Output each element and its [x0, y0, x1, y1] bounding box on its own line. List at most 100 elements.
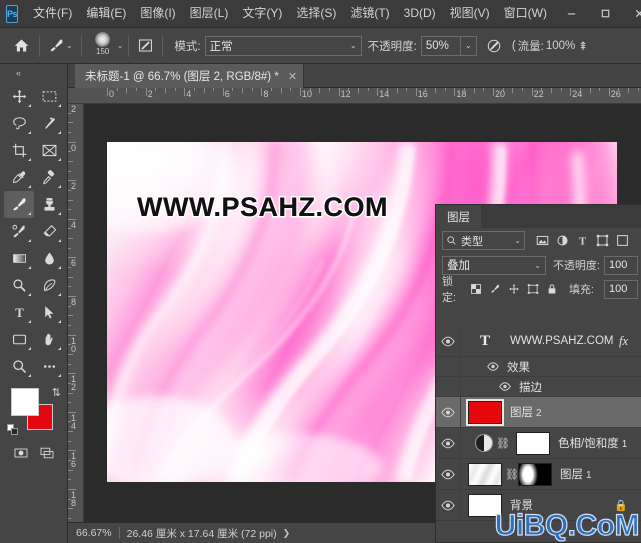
tool-marquee[interactable]: [34, 83, 64, 110]
document-tab[interactable]: 未标题-1 @ 66.7% (图层 2, RGB/8#) * ✕: [75, 64, 305, 88]
tool-shape[interactable]: [4, 326, 34, 353]
lock-artboard-icon[interactable]: [527, 283, 539, 295]
layer-row-background[interactable]: 背景 🔒: [436, 490, 641, 521]
layer-row-layer2[interactable]: 图层 2: [436, 397, 641, 428]
link-icon[interactable]: ⛓: [496, 437, 510, 450]
layer-name[interactable]: 色相/饱和度 1: [558, 435, 627, 451]
menu-3d[interactable]: 3D(D): [397, 3, 443, 24]
blend-mode-select[interactable]: 正常 ⌄: [204, 35, 362, 56]
layer-fill-input[interactable]: 100: [604, 279, 638, 299]
home-button[interactable]: [8, 33, 34, 59]
brush-settings-button[interactable]: [134, 33, 157, 59]
pressure-opacity-button[interactable]: [483, 33, 505, 59]
layer-opacity-input[interactable]: 100: [604, 255, 638, 275]
menu-edit[interactable]: 编辑(E): [79, 3, 133, 24]
layer-blend-mode-select[interactable]: 叠加 ⌄: [442, 255, 546, 275]
layer-thumbnail-type[interactable]: T: [468, 330, 502, 353]
adjustment-layer-icon[interactable]: [475, 434, 493, 452]
tab-layers[interactable]: 图层: [436, 205, 481, 228]
tool-frame[interactable]: [34, 137, 64, 164]
shape-filter-icon[interactable]: [596, 234, 609, 247]
menu-image[interactable]: 图像(I): [133, 3, 182, 24]
layer-thumbnail[interactable]: [468, 493, 502, 517]
layer-name[interactable]: 图层 1: [560, 466, 592, 482]
tool-dodge[interactable]: [4, 272, 34, 299]
layer-name[interactable]: 图层 2: [510, 404, 542, 420]
document-tab-close-icon[interactable]: ✕: [288, 70, 297, 83]
tool-clone-stamp[interactable]: [34, 191, 64, 218]
lock-position-icon[interactable]: [508, 283, 520, 295]
tool-lasso[interactable]: [4, 110, 34, 137]
tool-eraser[interactable]: [34, 218, 64, 245]
tool-magic-wand[interactable]: [34, 110, 64, 137]
layer-effects-badge[interactable]: fx: [619, 334, 628, 349]
flow-value[interactable]: 100%: [546, 40, 575, 52]
status-expand-icon[interactable]: ❯: [283, 528, 291, 539]
close-button[interactable]: [622, 0, 641, 28]
layer-effect-stroke[interactable]: 描边: [436, 377, 641, 397]
lock-all-icon[interactable]: [546, 283, 558, 295]
layer-name[interactable]: WWW.PSAHZ.COM: [510, 335, 614, 347]
layer-effects-group[interactable]: 效果: [436, 357, 641, 377]
layer-visibility-toggle[interactable]: [436, 459, 461, 489]
opacity-dropdown-arrow[interactable]: ⌄: [460, 35, 477, 56]
layer-visibility-toggle[interactable]: [436, 490, 461, 520]
menu-view[interactable]: 视图(V): [443, 3, 497, 24]
menu-layer[interactable]: 图层(L): [183, 3, 236, 24]
tool-hand[interactable]: [34, 326, 64, 353]
tool-caret-icon[interactable]: ⌄: [66, 41, 73, 50]
tool-more[interactable]: [34, 353, 64, 380]
layer-row-layer1[interactable]: ⛓ 图层 1: [436, 459, 641, 490]
menu-type[interactable]: 文字(Y): [235, 3, 289, 24]
layer-visibility-toggle[interactable]: [436, 428, 461, 458]
layer-name[interactable]: 背景: [510, 497, 533, 513]
effects-visibility-toggle[interactable]: [485, 362, 501, 371]
lock-transparent-icon[interactable]: [470, 283, 482, 295]
layer-visibility-toggle[interactable]: [436, 397, 461, 427]
minimize-button[interactable]: [554, 0, 588, 28]
brush-preset-picker[interactable]: 150: [90, 31, 116, 61]
swap-colors-icon[interactable]: ⇅: [52, 386, 61, 399]
tool-zoom[interactable]: [4, 353, 34, 380]
tool-healing-brush[interactable]: [34, 164, 64, 191]
maximize-button[interactable]: [588, 0, 622, 28]
layer-row-text[interactable]: T WWW.PSAHZ.COM fx: [436, 326, 641, 357]
menu-window[interactable]: 窗口(W): [497, 3, 554, 24]
tool-path-selection[interactable]: [34, 299, 64, 326]
text-filter-icon[interactable]: T: [576, 234, 589, 247]
tool-move[interactable]: [4, 83, 34, 110]
adjustment-filter-icon[interactable]: [556, 234, 569, 247]
status-zoom-value[interactable]: 66.67%: [68, 527, 112, 539]
opacity-input[interactable]: 50%: [420, 35, 461, 56]
menu-file[interactable]: 文件(F): [26, 3, 79, 24]
lock-image-icon[interactable]: [489, 283, 501, 295]
current-tool-button[interactable]: ⌄: [45, 33, 76, 59]
screen-mode-button[interactable]: [34, 442, 60, 464]
menu-select[interactable]: 选择(S): [289, 3, 343, 24]
tool-gradient[interactable]: [4, 245, 34, 272]
tool-blur[interactable]: [34, 245, 64, 272]
layer-row-hue-saturation[interactable]: ⛓ 色相/饱和度 1: [436, 428, 641, 459]
quick-mask-button[interactable]: [8, 442, 34, 464]
layer-thumbnail[interactable]: [466, 398, 504, 426]
menu-filter[interactable]: 滤镜(T): [343, 3, 396, 24]
link-icon[interactable]: ⛓: [505, 468, 519, 481]
tool-pen[interactable]: [34, 272, 64, 299]
layer-thumbnail[interactable]: [468, 462, 502, 486]
layer-filter-select[interactable]: 类型 ⌄: [442, 231, 525, 250]
default-colors-icon[interactable]: [7, 424, 19, 436]
image-filter-icon[interactable]: [536, 234, 549, 247]
brush-preset-caret-icon[interactable]: ⌄: [117, 41, 124, 50]
stroke-visibility-toggle[interactable]: [497, 382, 513, 391]
tool-crop[interactable]: [4, 137, 34, 164]
tool-brush[interactable]: [4, 191, 34, 218]
layer-visibility-toggle[interactable]: [436, 326, 461, 356]
tool-type[interactable]: T: [4, 299, 34, 326]
airbrush-icon[interactable]: ⇞: [578, 39, 588, 53]
toolbar-collapse-button[interactable]: «: [6, 66, 30, 79]
tool-history-brush[interactable]: [4, 218, 34, 245]
foreground-color-swatch[interactable]: [11, 388, 39, 416]
smart-object-filter-icon[interactable]: [616, 234, 629, 247]
layer-mask-thumbnail[interactable]: [518, 462, 552, 486]
layer-mask-thumbnail[interactable]: [516, 431, 550, 455]
